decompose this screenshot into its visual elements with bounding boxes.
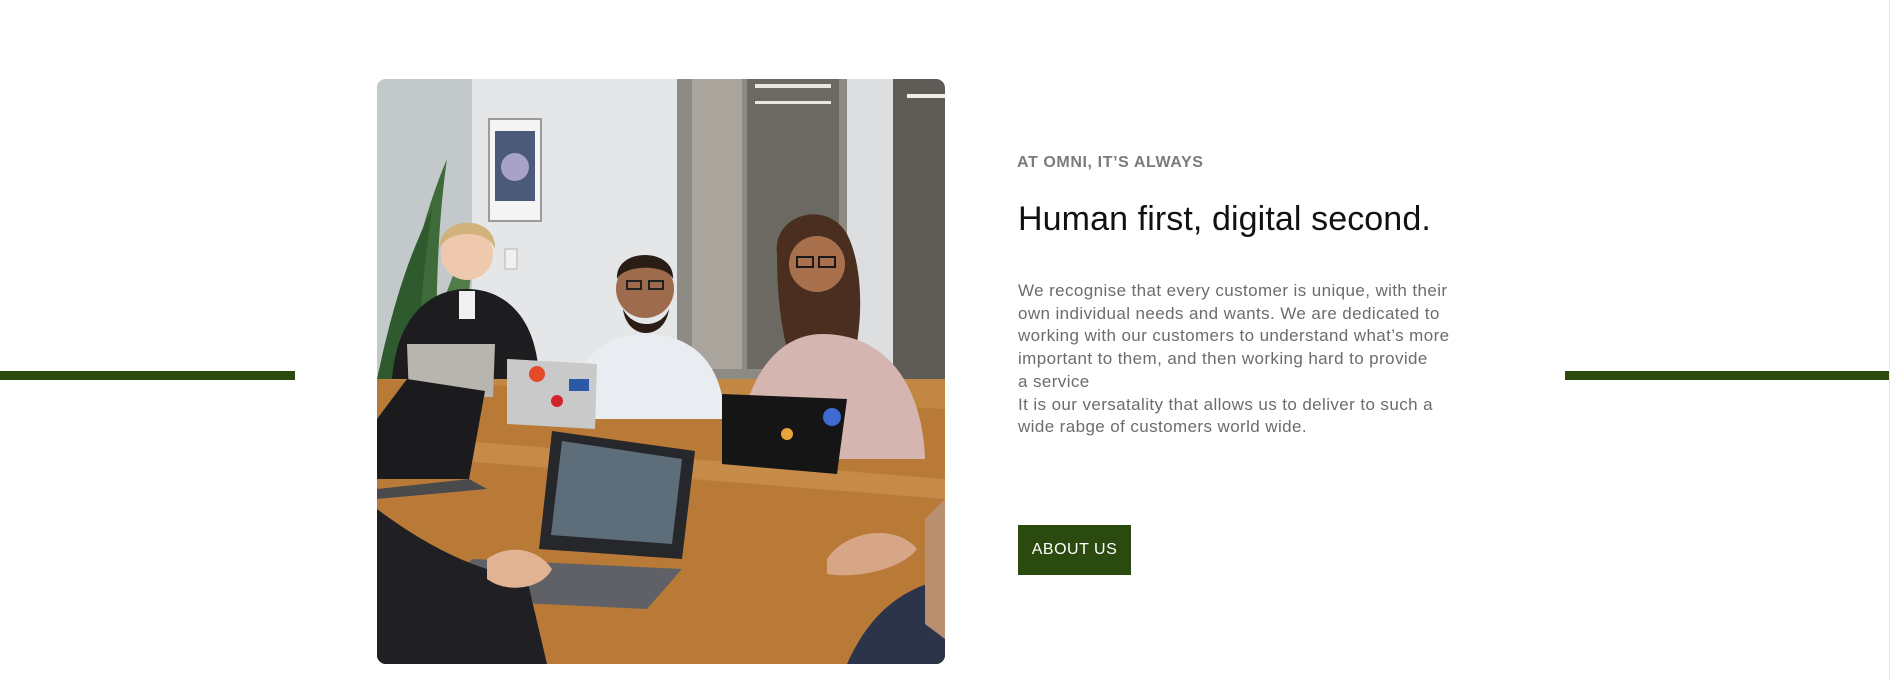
- team-meeting-photo: [377, 79, 945, 664]
- left-accent-line: [0, 371, 295, 380]
- page-edge-divider: [1889, 0, 1890, 681]
- section-eyebrow: AT OMNI, IT’S ALWAYS: [1017, 154, 1204, 171]
- description-paragraph-2: It is our versatality that allows us to …: [1018, 394, 1433, 437]
- about-us-button[interactable]: ABOUT US: [1018, 525, 1131, 575]
- description-paragraph-1: We recognise that every customer is uniq…: [1018, 281, 1450, 391]
- section-heading: Human first, digital second.: [1018, 200, 1431, 238]
- about-section: AT OMNI, IT’S ALWAYS Human first, digita…: [0, 0, 1891, 681]
- right-accent-line: [1565, 371, 1890, 380]
- section-description: We recognise that every customer is uniq…: [1018, 280, 1498, 439]
